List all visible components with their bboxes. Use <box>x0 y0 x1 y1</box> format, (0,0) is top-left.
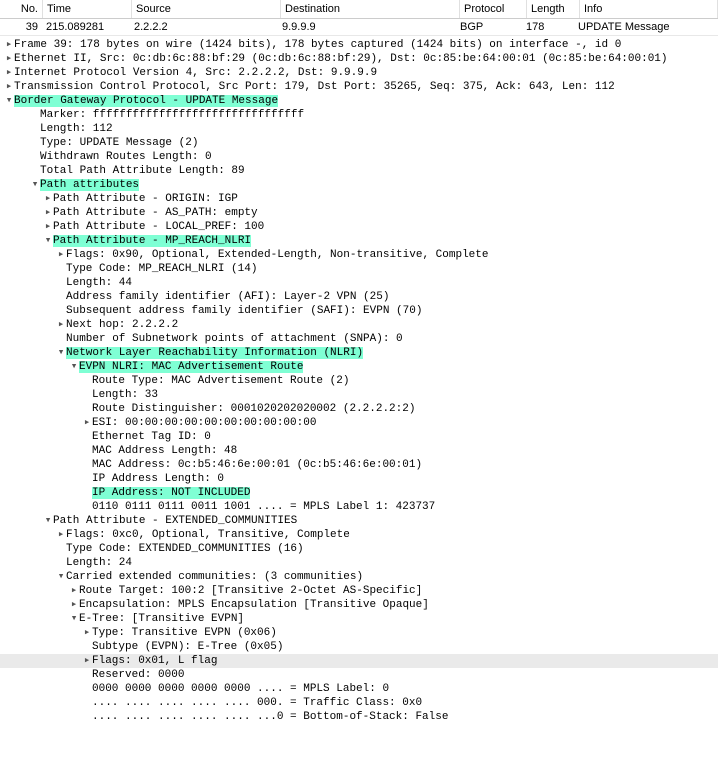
tree-withdrawn[interactable]: Withdrawn Routes Length: 0 <box>0 150 718 164</box>
expand-icon[interactable]: ▸ <box>56 318 66 332</box>
tree-path-attrs[interactable]: ▾Path attributes <box>0 178 718 192</box>
tree-mac-len[interactable]: MAC Address Length: 48 <box>0 444 718 458</box>
tree-type[interactable]: Type: UPDATE Message (2) <box>0 136 718 150</box>
tree-mp-afi[interactable]: Address family identifier (AFI): Layer-2… <box>0 290 718 304</box>
packet-list-header: No. Time Source Destination Protocol Len… <box>0 0 718 19</box>
cell-protocol: BGP <box>456 19 522 35</box>
cell-destination: 9.9.9.9 <box>278 19 456 35</box>
collapse-icon[interactable]: ▾ <box>4 94 14 108</box>
cell-info: UPDATE Message <box>574 19 718 35</box>
tree-et-subtype[interactable]: Subtype (EVPN): E-Tree (0x05) <box>0 640 718 654</box>
col-destination[interactable]: Destination <box>281 0 460 18</box>
tree-ec-encap[interactable]: ▸Encapsulation: MPLS Encapsulation [Tran… <box>0 598 718 612</box>
tree-route-len[interactable]: Length: 33 <box>0 388 718 402</box>
tree-ip-addr[interactable]: IP Address: NOT INCLUDED <box>0 486 718 500</box>
col-source[interactable]: Source <box>132 0 281 18</box>
expand-icon[interactable]: ▸ <box>82 416 92 430</box>
tree-nlri[interactable]: ▾Network Layer Reachability Information … <box>0 346 718 360</box>
tree-marker[interactable]: Marker: ffffffffffffffffffffffffffffffff <box>0 108 718 122</box>
tree-bgp[interactable]: ▾Border Gateway Protocol - UPDATE Messag… <box>0 94 718 108</box>
expand-icon[interactable]: ▸ <box>69 584 79 598</box>
tree-pa-origin[interactable]: ▸Path Attribute - ORIGIN: IGP <box>0 192 718 206</box>
tree-pa-mp[interactable]: ▾Path Attribute - MP_REACH_NLRI <box>0 234 718 248</box>
tree-mp-nexthop[interactable]: ▸Next hop: 2.2.2.2 <box>0 318 718 332</box>
tree-ec-flags[interactable]: ▸Flags: 0xc0, Optional, Transitive, Comp… <box>0 528 718 542</box>
tree-tcp[interactable]: ▸Transmission Control Protocol, Src Port… <box>0 80 718 94</box>
expand-icon[interactable]: ▸ <box>69 598 79 612</box>
col-length[interactable]: Length <box>527 0 580 18</box>
expand-icon[interactable]: ▸ <box>56 248 66 262</box>
tree-pa-aspath[interactable]: ▸Path Attribute - AS_PATH: empty <box>0 206 718 220</box>
col-no[interactable]: No. <box>0 0 43 18</box>
col-time[interactable]: Time <box>43 0 132 18</box>
tree-et-tc[interactable]: .... .... .... .... .... 000. = Traffic … <box>0 696 718 710</box>
tree-et-flags[interactable]: ▸Flags: 0x01, L flag <box>0 654 718 668</box>
tree-et-mpls[interactable]: 0000 0000 0000 0000 0000 .... = MPLS Lab… <box>0 682 718 696</box>
tree-ec-carried[interactable]: ▾Carried extended communities: (3 commun… <box>0 570 718 584</box>
tree-route-esi[interactable]: ▸ESI: 00:00:00:00:00:00:00:00:00:00 <box>0 416 718 430</box>
collapse-icon[interactable]: ▾ <box>69 360 79 374</box>
cell-time: 215.089281 <box>42 19 130 35</box>
tree-ip-len[interactable]: IP Address Length: 0 <box>0 472 718 486</box>
tree-mp-safi[interactable]: Subsequent address family identifier (SA… <box>0 304 718 318</box>
tree-route-rd[interactable]: Route Distinguisher: 0001020202020002 (2… <box>0 402 718 416</box>
expand-icon[interactable]: ▸ <box>4 80 14 94</box>
col-protocol[interactable]: Protocol <box>460 0 527 18</box>
tree-route-etag[interactable]: Ethernet Tag ID: 0 <box>0 430 718 444</box>
expand-icon[interactable]: ▸ <box>43 220 53 234</box>
expand-icon[interactable]: ▸ <box>43 206 53 220</box>
col-info[interactable]: Info <box>580 0 718 18</box>
collapse-icon[interactable]: ▾ <box>43 234 53 248</box>
tree-ec-len[interactable]: Length: 24 <box>0 556 718 570</box>
expand-icon[interactable]: ▸ <box>4 66 14 80</box>
tree-et-reserved[interactable]: Reserved: 0000 <box>0 668 718 682</box>
tree-pa-extcomm[interactable]: ▾Path Attribute - EXTENDED_COMMUNITIES <box>0 514 718 528</box>
tree-ip[interactable]: ▸Internet Protocol Version 4, Src: 2.2.2… <box>0 66 718 80</box>
packet-row[interactable]: 39 215.089281 2.2.2.2 9.9.9.9 BGP 178 UP… <box>0 19 718 36</box>
tree-ec-typecode[interactable]: Type Code: EXTENDED_COMMUNITIES (16) <box>0 542 718 556</box>
tree-evpn-nlri[interactable]: ▾EVPN NLRI: MAC Advertisement Route <box>0 360 718 374</box>
tree-frame[interactable]: ▸Frame 39: 178 bytes on wire (1424 bits)… <box>0 38 718 52</box>
expand-icon[interactable]: ▸ <box>56 528 66 542</box>
cell-no: 39 <box>0 19 42 35</box>
expand-icon[interactable]: ▸ <box>43 192 53 206</box>
tree-mpls-label1[interactable]: 0110 0111 0111 0011 1001 .... = MPLS Lab… <box>0 500 718 514</box>
tree-mp-snpa[interactable]: Number of Subnetwork points of attachmen… <box>0 332 718 346</box>
expand-icon[interactable]: ▸ <box>82 626 92 640</box>
tree-pa-localpref[interactable]: ▸Path Attribute - LOCAL_PREF: 100 <box>0 220 718 234</box>
tree-ethernet[interactable]: ▸Ethernet II, Src: 0c:db:6c:88:bf:29 (0c… <box>0 52 718 66</box>
tree-ec-etree[interactable]: ▾E-Tree: [Transitive EVPN] <box>0 612 718 626</box>
tree-mp-flags[interactable]: ▸Flags: 0x90, Optional, Extended-Length,… <box>0 248 718 262</box>
tree-route-type[interactable]: Route Type: MAC Advertisement Route (2) <box>0 374 718 388</box>
expand-icon[interactable]: ▸ <box>82 654 92 668</box>
expand-icon[interactable]: ▸ <box>4 52 14 66</box>
tree-total-path[interactable]: Total Path Attribute Length: 89 <box>0 164 718 178</box>
tree-et-bos[interactable]: .... .... .... .... .... ...0 = Bottom-o… <box>0 710 718 724</box>
collapse-icon[interactable]: ▾ <box>43 514 53 528</box>
tree-ec-rt[interactable]: ▸Route Target: 100:2 [Transitive 2-Octet… <box>0 584 718 598</box>
collapse-icon[interactable]: ▾ <box>56 570 66 584</box>
cell-source: 2.2.2.2 <box>130 19 278 35</box>
expand-icon[interactable]: ▸ <box>4 38 14 52</box>
tree-et-type[interactable]: ▸Type: Transitive EVPN (0x06) <box>0 626 718 640</box>
tree-mac-addr[interactable]: MAC Address: 0c:b5:46:6e:00:01 (0c:b5:46… <box>0 458 718 472</box>
tree-mp-len[interactable]: Length: 44 <box>0 276 718 290</box>
collapse-icon[interactable]: ▾ <box>56 346 66 360</box>
collapse-icon[interactable]: ▾ <box>69 612 79 626</box>
collapse-icon[interactable]: ▾ <box>30 178 40 192</box>
cell-length: 178 <box>522 19 574 35</box>
packet-details-tree: ▸Frame 39: 178 bytes on wire (1424 bits)… <box>0 36 718 724</box>
tree-mp-typecode[interactable]: Type Code: MP_REACH_NLRI (14) <box>0 262 718 276</box>
tree-length[interactable]: Length: 112 <box>0 122 718 136</box>
